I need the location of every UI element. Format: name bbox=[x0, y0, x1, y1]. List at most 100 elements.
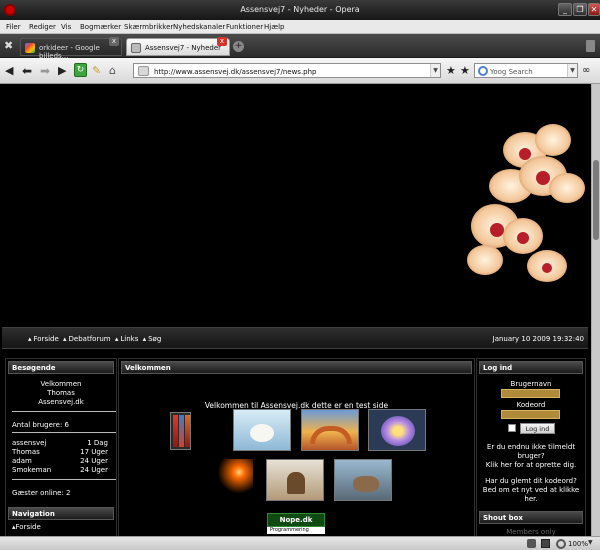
unite-icon[interactable] bbox=[527, 539, 536, 548]
polar-bear-thumbnail[interactable] bbox=[233, 409, 291, 451]
orchid-header-image bbox=[467, 124, 585, 282]
new-tab-icon[interactable]: + bbox=[233, 41, 244, 52]
banner-subtitle: Programmering bbox=[267, 527, 325, 534]
remember-checkbox[interactable] bbox=[508, 424, 516, 432]
site-nav-bar: ▴ Forside ▴ Debatforum ▴ Links ▴ Søg January… bbox=[2, 327, 588, 349]
speed-dial-star-icon[interactable]: ★ bbox=[460, 64, 470, 78]
forgot-link[interactable]: Bed om et nyt ved at klikke bbox=[477, 486, 585, 494]
scrollbar-thumb[interactable] bbox=[593, 160, 599, 240]
menu-file[interactable]: Filer bbox=[6, 23, 21, 31]
register-text-1: Er du endnu ikke tilmeldt bbox=[486, 443, 576, 451]
menu-edit[interactable]: Rediger bbox=[29, 23, 56, 31]
page-favicon-icon bbox=[131, 43, 141, 53]
forward-icon[interactable]: ➡ bbox=[40, 64, 50, 78]
user-time: 1 Dag bbox=[87, 439, 108, 447]
search-input: Yoog Search bbox=[490, 68, 533, 76]
navigation-header: Navigation bbox=[8, 507, 114, 520]
tab-close-icon[interactable]: x bbox=[109, 37, 119, 46]
nav-link-forum[interactable]: Debatforum bbox=[69, 335, 111, 343]
visitors-header: Besøgende bbox=[8, 361, 114, 374]
eclipse-thumbnail[interactable] bbox=[203, 459, 253, 503]
browser-window: Assensvej7 - Nyheder - Opera _ ❐ ✕ Filer… bbox=[0, 0, 600, 550]
login-button[interactable]: Log ind bbox=[520, 423, 555, 434]
zoom-icon[interactable] bbox=[556, 539, 566, 549]
bear-thumbnail[interactable] bbox=[334, 459, 392, 501]
tab-label: Assensvej7 - Nyheder bbox=[145, 44, 222, 52]
search-box[interactable]: Yoog Search ▼ bbox=[474, 63, 578, 78]
register-text-2: bruger? bbox=[517, 452, 545, 460]
user-name[interactable]: Smokeman bbox=[12, 466, 51, 474]
right-column: Log ind Brugernavn Kodeord Log ind Er du… bbox=[476, 358, 586, 536]
nav-bullet-icon: ▴ bbox=[28, 335, 32, 343]
window-title: Assensvej7 - Nyheder - Opera bbox=[240, 5, 360, 14]
left-column: Besøgende Velkommen Thomas Assensvej.dk … bbox=[5, 358, 117, 536]
url-text: http://www.assensvej.dk/assensvej7/news.… bbox=[154, 68, 317, 76]
address-bar[interactable]: http://www.assensvej.dk/assensvej7/news.… bbox=[133, 63, 441, 78]
vertical-scrollbar[interactable] bbox=[591, 84, 600, 536]
menu-bookmarks[interactable]: Bogmærker bbox=[80, 23, 121, 31]
menu-bar: Filer Rediger Vis Bogmærker Skærmbrikker… bbox=[0, 20, 600, 34]
tab-google-images[interactable]: orkideer - Google billeds... x bbox=[20, 37, 122, 60]
close-window-button[interactable]: ✕ bbox=[588, 3, 600, 16]
guest-count: Gæster online: 2 bbox=[12, 489, 71, 497]
bookmark-star-icon[interactable]: ★ bbox=[446, 64, 456, 78]
back-icon[interactable]: ⬅ bbox=[22, 64, 32, 78]
zoom-glasses-icon[interactable]: ∞ bbox=[582, 64, 590, 78]
nav-link-home[interactable]: Forside bbox=[34, 335, 59, 343]
menu-feeds[interactable]: Nyhedskanaler bbox=[173, 23, 225, 31]
menu-widgets[interactable]: Skærmbrikker bbox=[124, 23, 173, 31]
wand-icon[interactable]: ✎ bbox=[92, 64, 101, 78]
user-name[interactable]: Thomas bbox=[12, 448, 40, 456]
user-time: 24 Uger bbox=[80, 457, 108, 465]
nav-link-search[interactable]: Søg bbox=[148, 335, 161, 343]
camel-thumbnail[interactable] bbox=[266, 459, 324, 501]
divider bbox=[12, 432, 116, 433]
rock-arch-thumbnail[interactable] bbox=[301, 409, 359, 451]
trash-icon[interactable] bbox=[586, 40, 595, 52]
panel-toggle-icon[interactable] bbox=[541, 539, 550, 548]
title-bar: Assensvej7 - Nyheder - Opera _ ❐ ✕ bbox=[0, 0, 600, 20]
search-engine-icon bbox=[478, 66, 488, 76]
reload-icon[interactable]: ↻ bbox=[74, 63, 87, 77]
zoom-dropdown-icon[interactable]: ▼ bbox=[588, 539, 593, 546]
menu-tools[interactable]: Funktioner bbox=[226, 23, 263, 31]
home-icon[interactable]: ⌂ bbox=[109, 64, 116, 78]
gallery-thumbnail[interactable] bbox=[170, 412, 191, 450]
minimize-button[interactable]: _ bbox=[558, 3, 572, 16]
address-dropdown-icon[interactable]: ▼ bbox=[430, 64, 440, 77]
web-page: ▴ Forside ▴ Debatforum ▴ Links ▴ Søg January… bbox=[0, 84, 591, 536]
search-dropdown-icon[interactable]: ▼ bbox=[567, 64, 577, 77]
menu-view[interactable]: Vis bbox=[61, 23, 71, 31]
user-name[interactable]: adam bbox=[12, 457, 32, 465]
nav-item-label: Forside bbox=[15, 523, 41, 531]
menu-help[interactable]: Hjælp bbox=[264, 23, 284, 31]
status-bar: 100% ▼ bbox=[0, 536, 600, 550]
shoutbox-notice: Members only bbox=[506, 528, 556, 536]
shoutbox-header: Shout box bbox=[479, 511, 583, 524]
nav-bullet-icon: ▴ bbox=[114, 335, 119, 343]
lotus-thumbnail[interactable] bbox=[368, 409, 426, 451]
user-time: 17 Uger bbox=[80, 448, 108, 456]
username-label: Brugernavn bbox=[510, 380, 552, 388]
user-count: Antal brugere: 6 bbox=[12, 421, 70, 429]
password-field[interactable] bbox=[501, 410, 560, 419]
tab-assensvej-news[interactable]: Assensvej7 - Nyheder x bbox=[126, 37, 230, 56]
rewind-icon[interactable]: ◀ bbox=[5, 64, 13, 78]
tools-icon[interactable]: ✖ bbox=[4, 40, 16, 52]
tab-bar: ✖ orkideer - Google billeds... x Assensv… bbox=[0, 34, 600, 60]
nav-link-links[interactable]: Links bbox=[120, 335, 138, 343]
register-link[interactable]: Klik her for at oprette dig. bbox=[477, 461, 585, 469]
site-info-icon[interactable] bbox=[138, 66, 149, 76]
welcome-site: Assensvej.dk bbox=[38, 398, 84, 406]
user-name[interactable]: assensvej bbox=[12, 439, 46, 447]
nav-item-home[interactable]: ▴Forside bbox=[12, 523, 41, 531]
username-field[interactable] bbox=[501, 389, 560, 398]
fast-forward-icon[interactable]: ▶ bbox=[58, 64, 66, 78]
tab-close-icon[interactable]: x bbox=[217, 37, 227, 46]
maximize-button[interactable]: ❐ bbox=[573, 3, 587, 16]
forgot-text-3: her. bbox=[524, 495, 538, 503]
zoom-level[interactable]: 100% bbox=[568, 540, 588, 548]
welcome-line: Velkommen bbox=[40, 380, 82, 388]
nope-banner[interactable]: Nope.dk bbox=[267, 513, 325, 527]
welcome-header: Velkommen bbox=[121, 361, 472, 374]
